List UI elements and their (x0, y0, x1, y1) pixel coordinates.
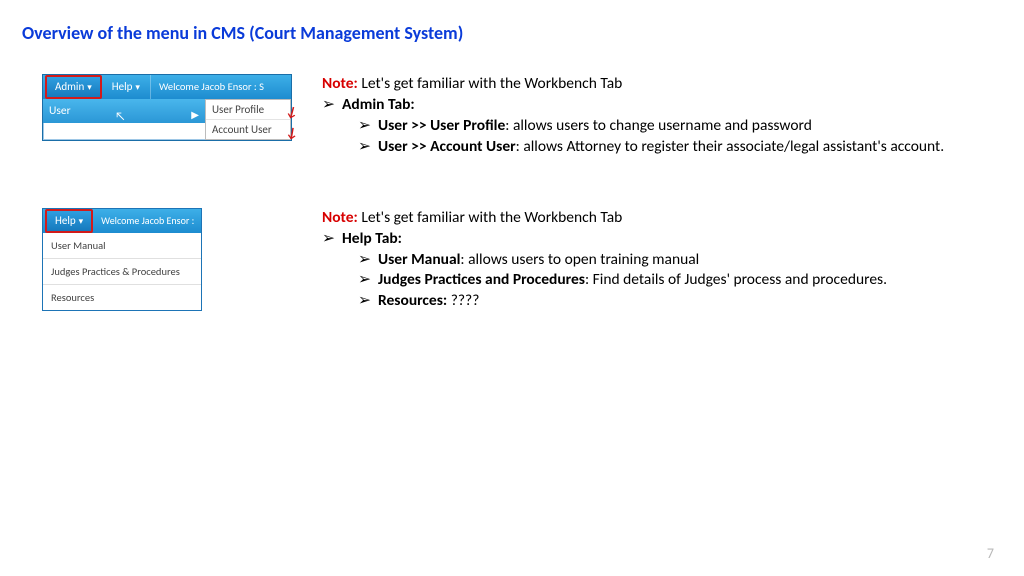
admin-label: Admin (55, 80, 84, 93)
judges-practices-desc: : Find details of Judges' process and pr… (585, 270, 887, 289)
resources-item[interactable]: Resources (43, 285, 201, 310)
judges-practices-bold: Judges Practices and Procedures (378, 270, 585, 289)
user-manual-bold: User Manual (378, 250, 460, 269)
resources-desc: ???? (447, 291, 479, 310)
help-tab-label: Help Tab: (342, 229, 402, 248)
note-label: Note: (322, 208, 358, 227)
judges-practices-item[interactable]: Judges Practices & Procedures (43, 259, 201, 285)
help-menu-button[interactable]: Help▾ (45, 209, 93, 233)
callout-arrow-icon: ↙ (282, 123, 301, 144)
admin-menu-button[interactable]: Admin▾ (45, 75, 102, 99)
note-text: Let's get familiar with the Workbench Ta… (358, 74, 622, 93)
cursor-icon: ↖ (115, 105, 126, 129)
note-line: Note: Let's get familiar with the Workbe… (322, 74, 962, 95)
bullet-judges-practices: Judges Practices and Procedures: Find de… (322, 270, 962, 291)
page-title: Overview of the menu in CMS (Court Manag… (0, 0, 1024, 44)
menu-bar: Help▾ Welcome Jacob Ensor : (43, 209, 201, 233)
user-manual-desc: : allows users to open training manual (460, 250, 699, 269)
admin-tab-label: Admin Tab: (342, 95, 415, 114)
bullet-help-tab: Help Tab: (322, 229, 962, 250)
user-flyout: User Profile ↙ Account User ↙ (205, 99, 291, 140)
user-manual-item[interactable]: User Manual (43, 233, 201, 259)
chevron-right-icon: ▶ (191, 103, 199, 127)
user-label: User (49, 104, 71, 118)
welcome-text: Welcome Jacob Ensor : S (151, 75, 272, 99)
user-profile-bold: User >> User Profile (378, 116, 505, 135)
bullet-user-profile: User >> User Profile: allows users to ch… (322, 116, 962, 137)
help-menu-button[interactable]: Help▾ (102, 75, 151, 99)
user-menu-item[interactable]: User ↖ ▶ (43, 99, 205, 123)
user-profile-label: User Profile (212, 103, 264, 116)
account-user-label: Account User (212, 123, 272, 136)
caret-down-icon: ▾ (87, 82, 92, 93)
row-admin: Admin▾ Help▾ Welcome Jacob Ensor : S Use… (0, 74, 1024, 158)
note-text: Let's get familiar with the Workbench Ta… (358, 208, 622, 227)
user-profile-item[interactable]: User Profile ↙ (206, 100, 290, 120)
help-description: Note: Let's get familiar with the Workbe… (322, 208, 962, 313)
help-label: Help (55, 214, 76, 227)
resources-bold: Resources: (378, 291, 447, 310)
account-user-bold: User >> Account User (378, 137, 516, 156)
account-user-desc: : allows Attorney to register their asso… (516, 137, 944, 156)
caret-down-icon: ▾ (135, 82, 140, 93)
help-label: Help (112, 80, 133, 93)
account-user-item[interactable]: Account User ↙ (206, 120, 290, 139)
help-menu-screenshot: Help▾ Welcome Jacob Ensor : User Manual … (42, 208, 202, 311)
admin-submenu: User ↖ ▶ User Profile ↙ Account User ↙ (43, 99, 291, 140)
menu-bar: Admin▾ Help▾ Welcome Jacob Ensor : S (43, 75, 291, 99)
admin-menu-screenshot: Admin▾ Help▾ Welcome Jacob Ensor : S Use… (42, 74, 292, 141)
bullet-resources: Resources: ???? (322, 291, 962, 312)
note-label: Note: (322, 74, 358, 93)
note-line: Note: Let's get familiar with the Workbe… (322, 208, 962, 229)
welcome-text: Welcome Jacob Ensor : (93, 209, 201, 233)
page-number: 7 (987, 545, 994, 562)
help-dropdown: User Manual Judges Practices & Procedure… (43, 233, 201, 310)
caret-down-icon: ▾ (79, 216, 84, 227)
row-help: Help▾ Welcome Jacob Ensor : User Manual … (0, 208, 1024, 313)
user-profile-desc: : allows users to change username and pa… (505, 116, 812, 135)
bullet-admin-tab: Admin Tab: (322, 95, 962, 116)
admin-description: Note: Let's get familiar with the Workbe… (322, 74, 962, 158)
bullet-user-manual: User Manual: allows users to open traini… (322, 250, 962, 271)
bullet-account-user: User >> Account User: allows Attorney to… (322, 137, 962, 158)
